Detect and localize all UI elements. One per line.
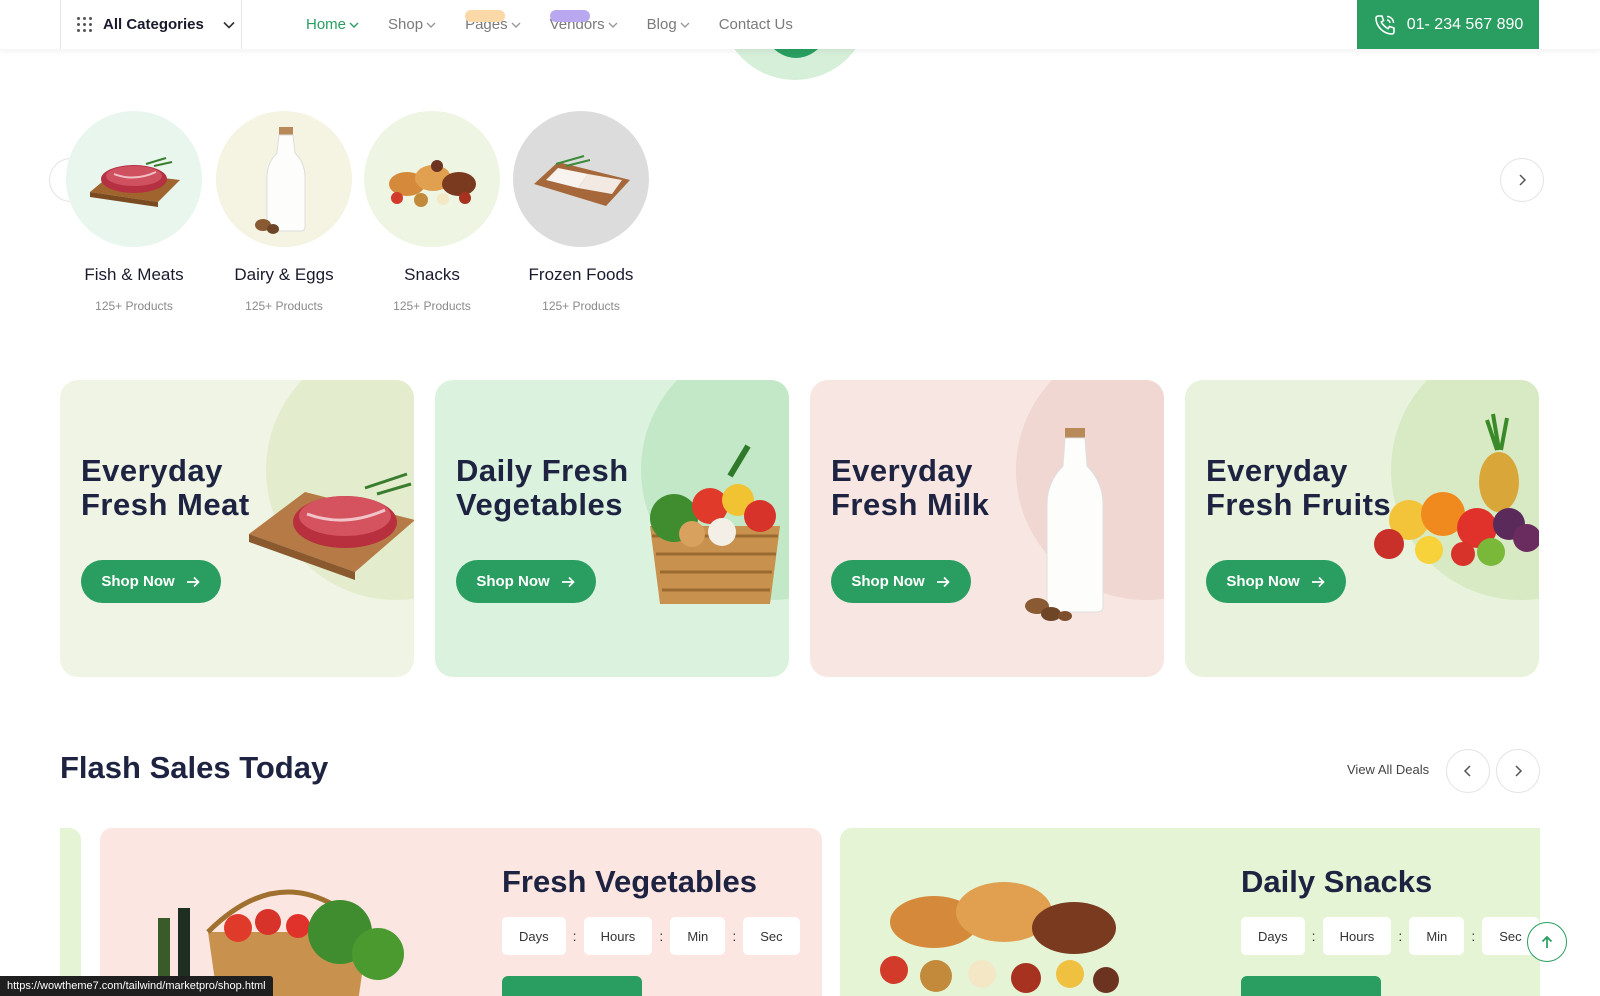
timer-separator: : — [1398, 928, 1403, 944]
shop-now-button[interactable]: Shop Now — [831, 560, 971, 603]
arrow-right-icon — [936, 576, 950, 587]
status-bar-url: https://wowtheme7.com/tailwind/marketpro… — [0, 976, 273, 996]
nav-vendors[interactable]: Vendors — [549, 10, 619, 33]
shop-now-button[interactable]: Shop Now — [1206, 560, 1346, 603]
timer-separator: : — [732, 928, 737, 944]
flash-card-snacks: Daily Snacks Days : Hours : Min : Sec — [840, 828, 1540, 996]
category-item[interactable]: Snacks 125+ Products — [364, 111, 500, 313]
phone-button[interactable]: 01- 234 567 890 — [1357, 0, 1539, 49]
category-count: 125+ Products — [393, 299, 471, 313]
nav-pages[interactable]: Pages — [465, 10, 522, 33]
chevron-down-icon — [608, 22, 618, 28]
scroll-to-top-button[interactable] — [1527, 922, 1567, 962]
all-categories-dropdown[interactable]: All Categories — [60, 0, 242, 49]
shop-now-button[interactable]: Shop Now — [81, 560, 221, 603]
category-next-button[interactable] — [1500, 158, 1544, 202]
top-navbar: All Categories Home Shop Pages Vendors B… — [0, 0, 1600, 49]
shop-now-button[interactable]: Shop Now — [456, 560, 596, 603]
category-name: Fish & Meats — [84, 265, 184, 284]
chevron-down-icon — [349, 22, 359, 28]
phone-icon — [1374, 14, 1395, 35]
timer-separator: : — [1311, 928, 1316, 944]
hot-tag-badge — [549, 10, 590, 22]
chevron-down-icon — [511, 22, 521, 28]
timer-separator: : — [572, 928, 577, 944]
meat-image — [249, 472, 414, 580]
all-categories-label: All Categories — [103, 16, 204, 33]
timer-separator: : — [659, 928, 664, 944]
flash-shop-now-button[interactable] — [502, 976, 642, 996]
milk-bottle-image — [1025, 428, 1104, 621]
category-count: 125+ Products — [95, 299, 173, 313]
promo-card-milk: Everyday Fresh Milk Shop Now — [810, 380, 1164, 677]
countdown-timer: Days : Hours : Min : Sec — [502, 917, 800, 955]
promo-card-meat: Everyday Fresh Meat Shop Now — [60, 380, 414, 677]
promo-card-fruits: Everyday Fresh Fruits Shop Now — [1185, 380, 1539, 677]
flash-card-vegetables: Fresh Vegetables Days : Hours : Min : Se… — [100, 828, 822, 996]
category-name: Dairy & Eggs — [234, 265, 334, 284]
category-image — [364, 111, 500, 247]
grid-icon — [77, 16, 93, 33]
new-tag-badge — [465, 10, 506, 22]
timer-days: Days — [502, 917, 566, 955]
flash-card-title: Fresh Vegetables — [502, 864, 758, 899]
nav-blog[interactable]: Blog — [647, 16, 691, 33]
category-image — [513, 111, 649, 247]
shop-now-label: Shop Now — [1226, 573, 1300, 590]
arrow-up-icon — [1541, 935, 1553, 948]
category-image — [66, 111, 202, 247]
flash-prev-button[interactable] — [1446, 749, 1490, 793]
category-name: Snacks — [404, 265, 460, 284]
chevron-right-icon — [1515, 765, 1523, 777]
nav-shop[interactable]: Shop — [388, 16, 437, 33]
nav-contact-us[interactable]: Contact Us — [719, 16, 793, 33]
category-item[interactable]: Frozen Foods 125+ Products — [513, 111, 649, 313]
countdown-timer: Days : Hours : Min : Sec — [1241, 917, 1539, 955]
timer-hours: Hours — [1322, 917, 1392, 955]
arrow-right-icon — [186, 576, 200, 587]
snacks-image — [880, 882, 1119, 993]
flash-card-partial — [60, 828, 81, 996]
chevron-down-icon — [680, 22, 690, 28]
category-item[interactable]: Fish & Meats 125+ Products — [66, 111, 202, 313]
timer-sec: Sec — [743, 917, 800, 955]
category-item[interactable]: Dairy & Eggs 125+ Products — [216, 111, 352, 313]
timer-hours: Hours — [583, 917, 653, 955]
nav-home[interactable]: Home — [306, 16, 360, 33]
category-name: Frozen Foods — [528, 265, 634, 284]
shop-now-label: Shop Now — [101, 573, 175, 590]
timer-min: Min — [1409, 917, 1465, 955]
chevron-down-icon — [426, 22, 436, 28]
phone-number: 01- 234 567 890 — [1406, 15, 1524, 33]
shop-now-label: Shop Now — [851, 573, 925, 590]
timer-separator: : — [1471, 928, 1476, 944]
category-count: 125+ Products — [542, 299, 620, 313]
chevron-down-icon — [223, 21, 235, 29]
chevron-left-icon — [1463, 765, 1471, 777]
timer-min: Min — [670, 917, 726, 955]
category-count: 125+ Products — [245, 299, 323, 313]
arrow-right-icon — [561, 576, 575, 587]
shop-now-label: Shop Now — [476, 573, 550, 590]
flash-sales-heading: Flash Sales Today — [60, 750, 329, 785]
flash-card-title: Daily Snacks — [1241, 864, 1433, 899]
promo-card-vegetables: Daily Fresh Vegetables Shop Now — [435, 380, 789, 677]
flash-next-button[interactable] — [1496, 749, 1540, 793]
arrow-right-icon — [1311, 576, 1325, 587]
chevron-right-icon — [1519, 174, 1527, 186]
category-image — [216, 111, 352, 247]
vegetables-basket-image — [650, 444, 780, 604]
view-all-deals-link[interactable]: View All Deals — [1347, 762, 1429, 777]
timer-days: Days — [1241, 917, 1305, 955]
main-nav: Home Shop Pages Vendors Blog Contact Us — [306, 0, 821, 49]
fruits-image — [1374, 413, 1539, 566]
flash-shop-now-button[interactable] — [1241, 976, 1381, 996]
